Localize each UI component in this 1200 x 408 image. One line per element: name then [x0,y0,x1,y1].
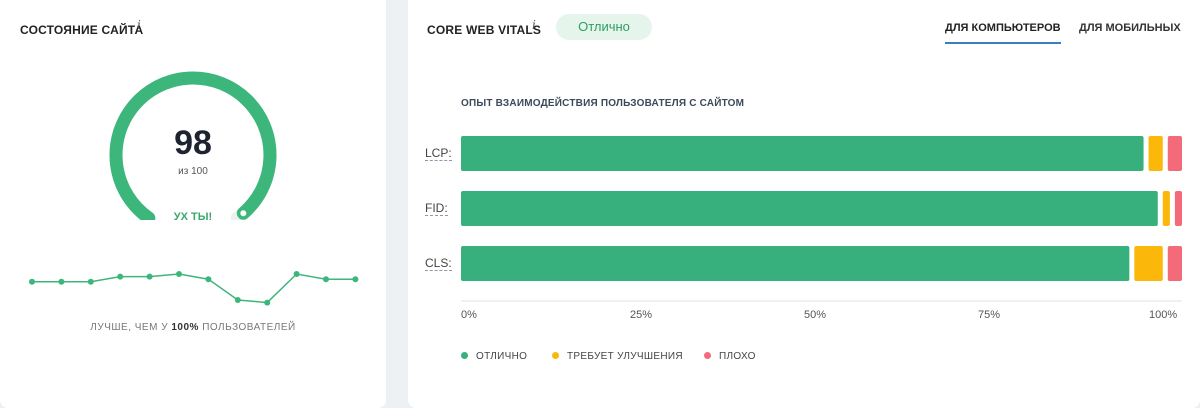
better-than-prefix: Лучше, чем у [90,322,172,333]
legend-item-needs-improvement: Требует улучшения [552,351,683,362]
sparkline-line [32,273,356,304]
legend-dot-needs-improvement [552,352,559,359]
legend-label: Плохо [719,351,756,362]
better-than-value: 100% [171,322,199,333]
sparkline-point [323,276,329,283]
sparkline-point [264,299,271,306]
legend-dot-good [461,352,468,359]
sparkline-point [176,271,182,277]
info-icon[interactable]: i [137,18,141,32]
better-than-suffix: пользователей [198,322,296,333]
legend-item-poor: Плохо [704,351,756,362]
sparkline-point [58,278,65,285]
x-tick-label: 100% [1149,309,1178,321]
score-verdict: УХ ТЫ! [173,211,213,223]
bar-good [461,191,1158,226]
score-value: 98 [174,124,212,162]
bar-good [461,136,1144,171]
site-health-title: Состояние сайта [20,23,144,37]
x-tick-label: 0% [461,309,477,321]
x-tick-label: 50% [804,309,827,321]
sparkline-point [205,276,212,283]
x-tick-label: 75% [978,309,1001,321]
score-trend-sparkline [29,271,359,306]
sparkline-point [87,278,94,285]
core-web-vitals-card: Core Web Vitals i Отлично Для компьютеро… [408,0,1200,408]
sparkline-point [352,276,359,283]
sparkline-point [293,271,300,277]
x-tick-label: 25% [630,309,653,321]
legend-label: Отлично [476,351,528,362]
bar-poor [1167,136,1182,171]
bar-needs-improvement [1148,136,1163,171]
site-health-card: Состояние сайта i 98 из 100 УХ ТЫ! Лучше… [0,0,386,408]
sparkline-point [146,273,153,280]
legend-dot-poor [704,352,711,359]
legend-label: Требует улучшения [567,351,683,362]
score-max: из 100 [178,166,208,177]
better-than-text: Лучше, чем у 100% пользователей [0,322,386,333]
bar-poor [1167,246,1182,281]
bar-good [461,246,1130,281]
sparkline-point [117,273,124,280]
bar-needs-improvement [1162,191,1170,226]
bar-poor [1174,191,1182,226]
cwv-stacked-bar-chart [461,136,1182,302]
sparkline-point [234,297,241,303]
legend-item-good: Отлично [461,351,527,362]
bar-needs-improvement [1134,246,1163,281]
sparkline-point [29,278,35,285]
